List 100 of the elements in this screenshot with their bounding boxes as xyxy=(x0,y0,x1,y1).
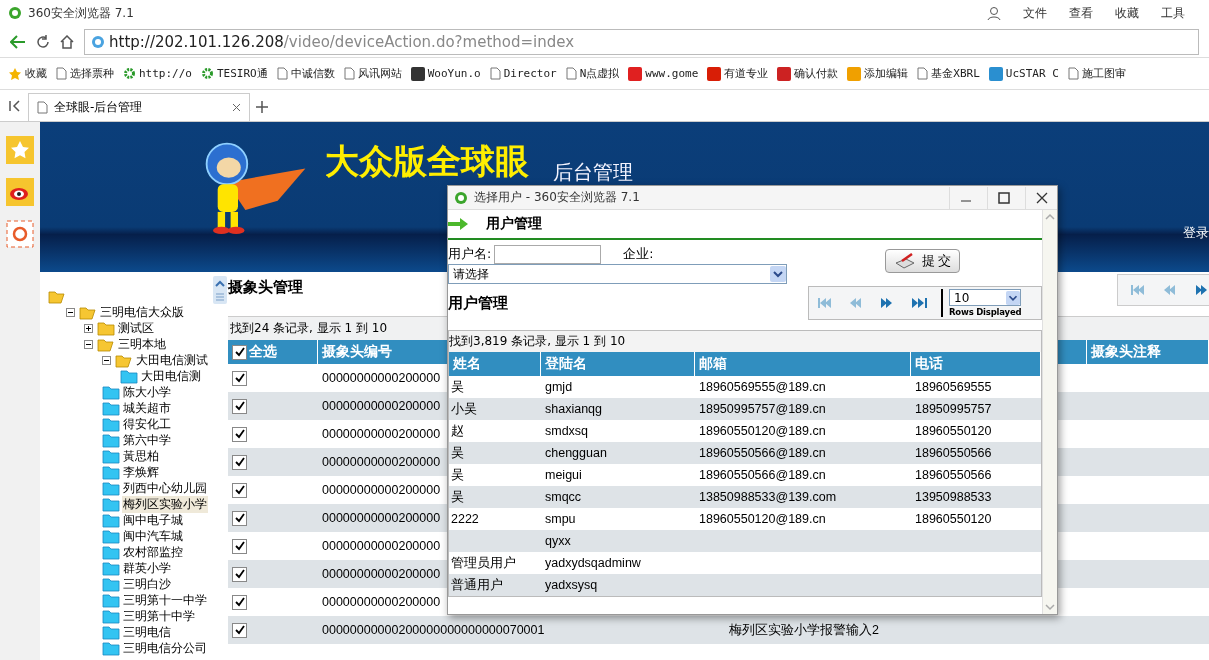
page-icon xyxy=(489,67,501,80)
close-icon[interactable] xyxy=(232,103,241,112)
menu-item[interactable]: 收藏 xyxy=(1115,4,1139,22)
folder-icon xyxy=(102,464,120,480)
collapse-toggle-icon[interactable] xyxy=(66,307,75,317)
next-page-button[interactable] xyxy=(1194,282,1209,298)
tree-item[interactable]: 城关超市 xyxy=(122,399,172,417)
column-header[interactable]: 电话 xyxy=(911,352,1041,376)
tree-item[interactable]: 陈大小学 xyxy=(122,383,172,401)
gear-icon xyxy=(201,67,214,80)
bookmark-link[interactable]: 添加编辑 xyxy=(847,66,909,81)
collapse-toggle-icon[interactable] xyxy=(102,355,111,365)
tree-item[interactable]: 大田电信测试 xyxy=(135,351,209,369)
folder-icon xyxy=(102,512,120,528)
tree-item[interactable]: 三明白沙 xyxy=(122,575,172,593)
column-header[interactable]: 姓名 xyxy=(449,352,541,376)
maximize-icon[interactable] xyxy=(997,191,1010,204)
tree-item[interactable]: 梅列区实验小学 xyxy=(122,495,208,513)
folder-icon xyxy=(79,304,97,320)
bookmark-link[interactable]: N点虚拟 xyxy=(565,66,620,81)
address-field[interactable]: http://202.101.126.208/video/deviceAction.do?method=index xyxy=(84,28,1199,55)
table-row[interactable]: 吴 smqcc 13850988533@139.com 13950988533 xyxy=(449,486,1041,508)
checkbox[interactable] xyxy=(232,594,247,610)
collapse-toggle-icon[interactable] xyxy=(84,339,93,349)
user-icon[interactable] xyxy=(987,6,1001,20)
new-tab-icon[interactable] xyxy=(256,101,268,113)
tree-item[interactable]: 黃思柏 xyxy=(122,447,160,465)
table-cell-text: 00000000000200000 xyxy=(321,511,441,525)
root-node[interactable] xyxy=(48,288,66,304)
checkbox[interactable] xyxy=(232,538,247,554)
rows-select[interactable]: 10 xyxy=(949,289,1021,306)
tree-item[interactable]: 群英小学 xyxy=(122,559,172,577)
bookmark-link[interactable]: 施工图审 xyxy=(1067,66,1126,81)
checkbox[interactable] xyxy=(232,344,247,360)
tree-item[interactable]: 三明电信 xyxy=(122,623,172,641)
bookmark-link[interactable]: 收藏 xyxy=(8,66,47,81)
close-icon[interactable] xyxy=(1035,191,1048,204)
star-icon xyxy=(8,66,22,81)
bookmark-link[interactable]: 基金XBRL xyxy=(917,66,980,81)
tree-item[interactable]: 三明本地 xyxy=(117,335,167,353)
bookmark-link[interactable]: 确认付款 xyxy=(777,66,839,81)
browser-logo-icon xyxy=(8,6,22,20)
last-page-button[interactable] xyxy=(910,295,928,311)
menu-item[interactable]: 工具 xyxy=(1161,4,1185,22)
folder-icon xyxy=(102,640,120,656)
checkbox[interactable] xyxy=(232,622,247,638)
menu-item[interactable]: 查看 xyxy=(1069,4,1093,22)
column-header[interactable]: 邮箱 xyxy=(695,352,911,376)
tree-item[interactable]: 李焕辉 xyxy=(122,463,160,481)
tree-item[interactable]: 三明电信大众版 xyxy=(99,303,185,321)
tree-item[interactable]: 三明电信分公司 xyxy=(122,639,208,657)
table-cell-text: 18960550120@189.cn xyxy=(698,512,826,526)
table-row[interactable]: 普通用户 yadxsysq xyxy=(449,574,1041,596)
table-cell-text: 00000000000200000 xyxy=(321,399,441,413)
table-cell-text: 18960550566@189.cn xyxy=(698,446,826,460)
tree-item[interactable]: 大田电信测 xyxy=(140,367,202,385)
bookmark-link[interactable]: Director xyxy=(489,67,557,80)
table-row[interactable]: 小吴 shaxianqg 18950995757@189.cn 18950995757 xyxy=(449,398,1041,420)
checkbox[interactable] xyxy=(232,370,247,386)
bookmark-link[interactable]: 选择票种 xyxy=(56,66,114,81)
menu-item[interactable]: 文件 xyxy=(1023,4,1047,22)
expand-toggle-icon[interactable] xyxy=(84,323,93,333)
table-row[interactable]: 吴 chengguan 18960550566@189.cn 18960550566 xyxy=(449,442,1041,464)
tree-item[interactable]: 闽中电子城 xyxy=(122,511,184,529)
column-header[interactable]: 摄象头注释 xyxy=(1087,340,1209,364)
sidebar-toggle-icon[interactable] xyxy=(8,99,22,113)
tree-item[interactable]: 测试区 xyxy=(117,319,155,337)
browser-tab[interactable]: 全球眼-后台管理 xyxy=(28,93,250,121)
bookmark-link[interactable]: 中诚信数 xyxy=(276,66,335,81)
bookmark-link[interactable]: 有道专业 xyxy=(707,66,769,81)
checkbox[interactable] xyxy=(232,482,247,498)
table-row[interactable]: qyxx xyxy=(449,530,1041,552)
tree-item[interactable]: 三明第十一中学 xyxy=(122,591,208,609)
tree-item[interactable]: 第六中学 xyxy=(122,431,172,449)
submit-button[interactable]: 提 交 xyxy=(885,249,960,273)
column-header[interactable]: 全选 xyxy=(228,340,318,364)
table-cell-text: smdxsq xyxy=(544,424,589,438)
folder-icon xyxy=(102,624,120,640)
back-icon[interactable] xyxy=(10,34,26,49)
checkbox[interactable] xyxy=(232,398,247,414)
home-icon[interactable] xyxy=(60,34,74,49)
tree-item[interactable]: 农村部监控 xyxy=(122,543,184,561)
bookmark-link[interactable]: http://o xyxy=(123,67,192,80)
checkbox[interactable] xyxy=(232,426,247,442)
tree-item[interactable]: 得安化工 xyxy=(122,415,172,433)
checkbox[interactable] xyxy=(232,454,247,470)
checkbox[interactable] xyxy=(232,566,247,582)
refresh-icon[interactable] xyxy=(36,34,50,49)
tree-item[interactable]: 三明第十中学 xyxy=(122,607,196,625)
bookmark-link[interactable]: 风讯网站 xyxy=(343,66,402,81)
bookmark-link[interactable]: TESIRO通 xyxy=(201,66,268,81)
column-header[interactable]: 登陆名 xyxy=(541,352,695,376)
bookmark-link[interactable]: www.gome xyxy=(628,66,699,81)
tree-item[interactable]: 闽中汽车城 xyxy=(122,527,184,545)
company-select[interactable]: 请选择 xyxy=(448,264,787,284)
checkbox[interactable] xyxy=(232,510,247,526)
username-field[interactable] xyxy=(494,244,602,264)
bookmark-link[interactable]: UcSTAR C xyxy=(988,66,1059,81)
bookmark-link[interactable]: WooYun.o xyxy=(410,66,481,81)
tree-item[interactable]: 列西中心幼儿园 xyxy=(122,479,208,497)
